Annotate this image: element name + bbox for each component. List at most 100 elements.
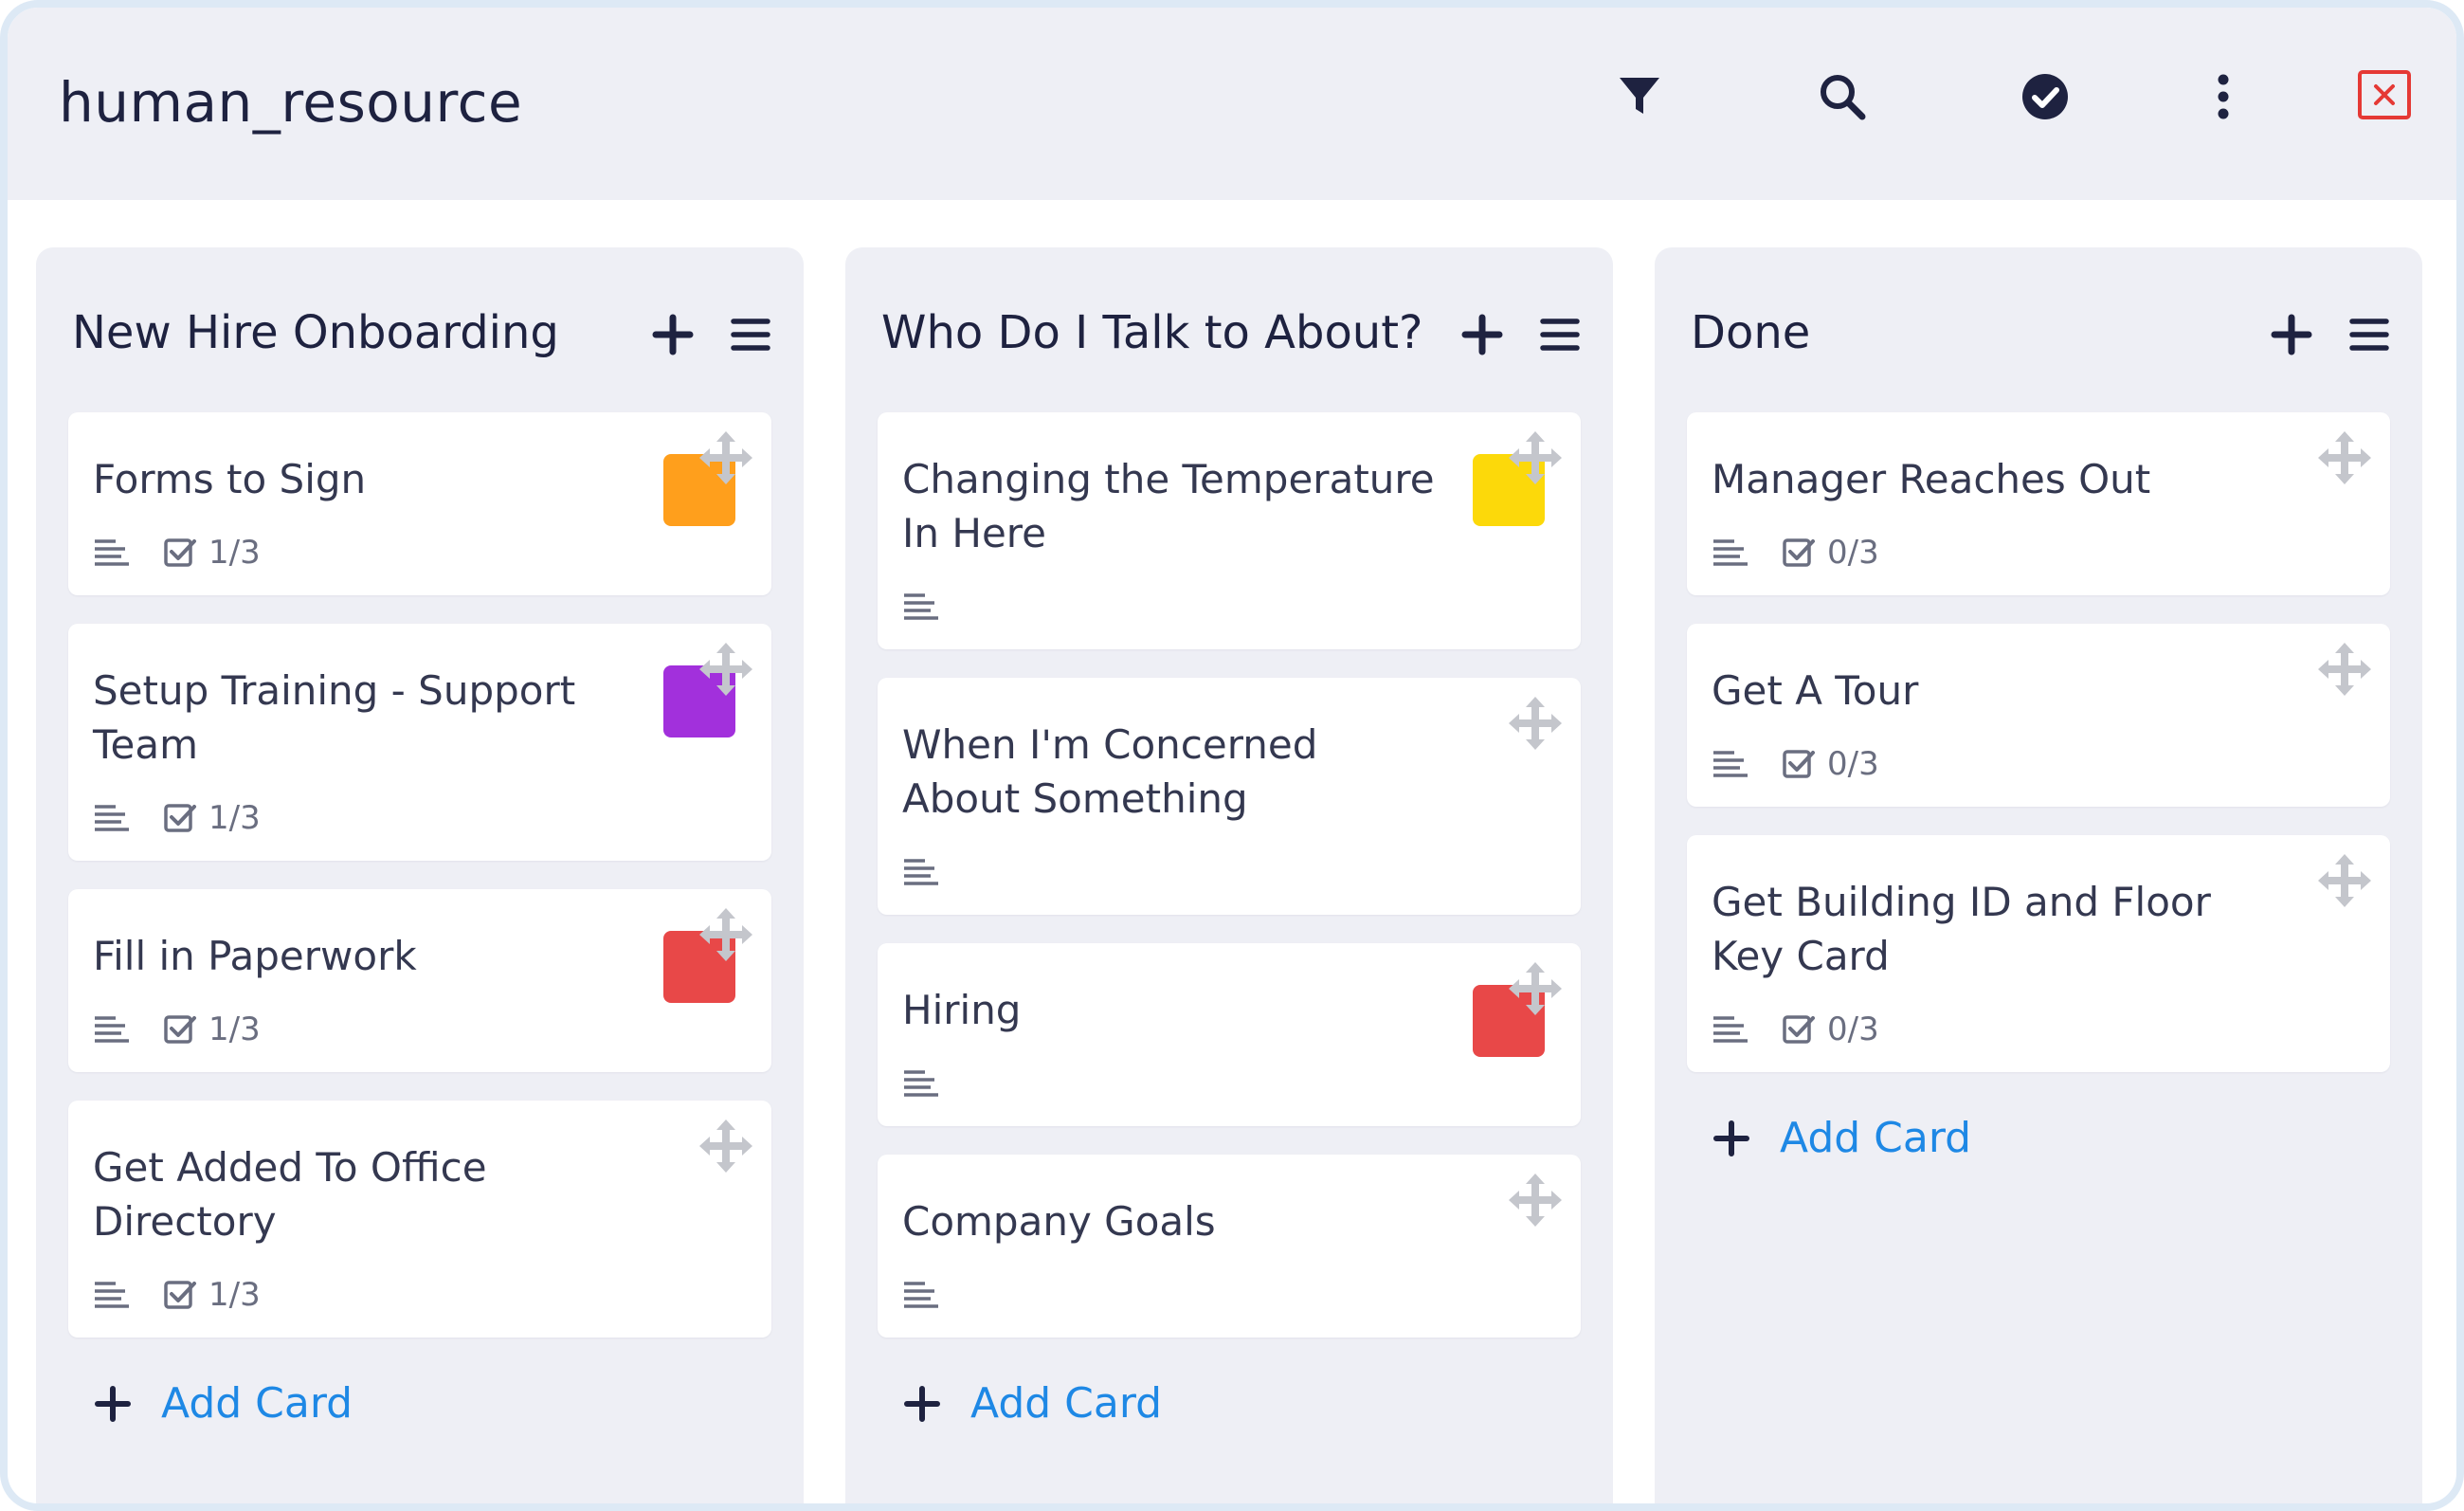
menu-icon <box>1540 319 1580 351</box>
plus-icon <box>1461 314 1503 355</box>
card-meta: 0/3 <box>1712 745 2248 783</box>
checklist-count: 0/3 <box>1827 534 1879 572</box>
card[interactable]: Get A Tour 0/3 <box>1687 624 2390 807</box>
move-handle[interactable] <box>1503 1168 1567 1232</box>
checklist-count: 1/3 <box>208 1276 261 1314</box>
card-meta: 1/3 <box>93 1276 629 1314</box>
add-card-button[interactable]: Add Card <box>1712 1114 2390 1162</box>
card[interactable]: Get Building ID and Floor Key Card 0/3 <box>1687 835 2390 1072</box>
card-title: Manager Reaches Out <box>1712 456 2151 502</box>
move-icon <box>2318 431 2371 484</box>
card[interactable]: Setup Training - Support Team 1/3 <box>68 624 771 861</box>
add-card-icon-button[interactable] <box>1458 310 1507 359</box>
card-meta: 0/3 <box>1712 1010 2248 1048</box>
description-icon <box>1713 539 1748 566</box>
move-handle[interactable] <box>1503 956 1567 1021</box>
description-icon <box>1713 751 1748 777</box>
complete-button[interactable] <box>2017 68 2074 125</box>
move-icon <box>2318 854 2371 907</box>
column-menu-button[interactable] <box>2345 310 2394 359</box>
board: New Hire Onboarding Forms to Sign 1/3 Se… <box>8 200 2456 1503</box>
move-handle[interactable] <box>2312 848 2377 913</box>
close-button[interactable] <box>2356 68 2413 125</box>
move-icon <box>1509 1174 1562 1227</box>
column-new-hire-onboarding: New Hire Onboarding Forms to Sign 1/3 Se… <box>36 247 804 1503</box>
card[interactable]: Fill in Paperwork 1/3 <box>68 889 771 1072</box>
move-icon <box>699 908 752 961</box>
card-meta: 1/3 <box>93 1010 629 1048</box>
checklist-icon <box>1783 538 1815 567</box>
card-title: Company Goals <box>902 1198 1216 1245</box>
card-title: Changing the Temperature In Here <box>902 456 1435 556</box>
card-title: Forms to Sign <box>93 456 367 502</box>
description-icon <box>904 593 938 620</box>
description-icon <box>95 805 129 831</box>
add-card-label: Add Card <box>161 1379 353 1428</box>
checklist-icon <box>164 1015 196 1044</box>
description-icon <box>95 1016 129 1043</box>
card[interactable]: Manager Reaches Out 0/3 <box>1687 412 2390 595</box>
menu-icon <box>731 319 770 351</box>
board-title: human_resource <box>59 70 523 135</box>
search-button[interactable] <box>1814 68 1871 125</box>
filter-button[interactable] <box>1611 68 1668 125</box>
column-title: Who Do I Talk to About? <box>881 306 1423 359</box>
card[interactable]: When I'm Concerned About Something <box>878 678 1581 915</box>
description-icon <box>95 1282 129 1308</box>
move-handle[interactable] <box>694 637 758 701</box>
description-icon <box>904 1282 938 1308</box>
move-icon <box>2318 643 2371 696</box>
card-title: Setup Training - Support Team <box>93 667 576 768</box>
move-handle[interactable] <box>2312 637 2377 701</box>
column-menu-button[interactable] <box>1535 310 1585 359</box>
card-list: Changing the Temperature In Here When I'… <box>878 412 1581 1428</box>
card[interactable]: Hiring <box>878 943 1581 1126</box>
column-who-do-i-talk-to: Who Do I Talk to About? Changing the Tem… <box>845 247 1613 1503</box>
move-handle[interactable] <box>1503 426 1567 490</box>
description-icon <box>904 1070 938 1097</box>
column-title: New Hire Onboarding <box>72 306 559 359</box>
card[interactable]: Get Added To Office Directory 1/3 <box>68 1101 771 1338</box>
move-icon <box>1509 697 1562 750</box>
description-icon <box>904 859 938 885</box>
menu-icon <box>2349 319 2389 351</box>
card-meta: 1/3 <box>93 799 629 837</box>
plus-icon <box>904 1385 940 1422</box>
add-card-button[interactable]: Add Card <box>93 1379 771 1428</box>
app-header: human_resource <box>8 8 2456 200</box>
add-card-icon-button[interactable] <box>2267 310 2316 359</box>
move-handle[interactable] <box>694 426 758 490</box>
add-card-button[interactable]: Add Card <box>902 1379 1581 1428</box>
card[interactable]: Forms to Sign 1/3 <box>68 412 771 595</box>
card-title: Get A Tour <box>1712 667 1919 714</box>
card-list: Manager Reaches Out 0/3 Get A Tour 0/3 G… <box>1687 412 2390 1162</box>
move-icon <box>699 431 752 484</box>
card-meta <box>902 589 1439 625</box>
move-handle[interactable] <box>2312 426 2377 490</box>
add-card-icon-button[interactable] <box>648 310 698 359</box>
move-handle[interactable] <box>694 902 758 967</box>
column-menu-button[interactable] <box>726 310 775 359</box>
card-meta: 1/3 <box>93 534 629 572</box>
card-meta <box>902 854 1439 890</box>
plus-icon <box>652 314 694 355</box>
move-icon <box>1509 431 1562 484</box>
move-handle[interactable] <box>694 1114 758 1178</box>
more-options-button[interactable] <box>2195 68 2252 125</box>
move-icon <box>699 1120 752 1173</box>
filter-icon <box>1620 78 1659 114</box>
move-handle[interactable] <box>1503 691 1567 756</box>
card[interactable]: Changing the Temperature In Here <box>878 412 1581 649</box>
card-meta: 0/3 <box>1712 534 2248 572</box>
card[interactable]: Company Goals <box>878 1155 1581 1338</box>
checklist-icon <box>1783 1015 1815 1044</box>
card-list: Forms to Sign 1/3 Setup Training - Suppo… <box>68 412 771 1428</box>
checklist-count: 1/3 <box>208 799 261 837</box>
more-vertical-icon <box>2218 74 2229 119</box>
card-meta <box>902 1065 1439 1101</box>
card-title: Fill in Paperwork <box>93 933 417 979</box>
card-title: Hiring <box>902 987 1022 1033</box>
description-icon <box>1713 1016 1748 1043</box>
plus-icon <box>2271 314 2312 355</box>
checklist-count: 0/3 <box>1827 745 1879 783</box>
